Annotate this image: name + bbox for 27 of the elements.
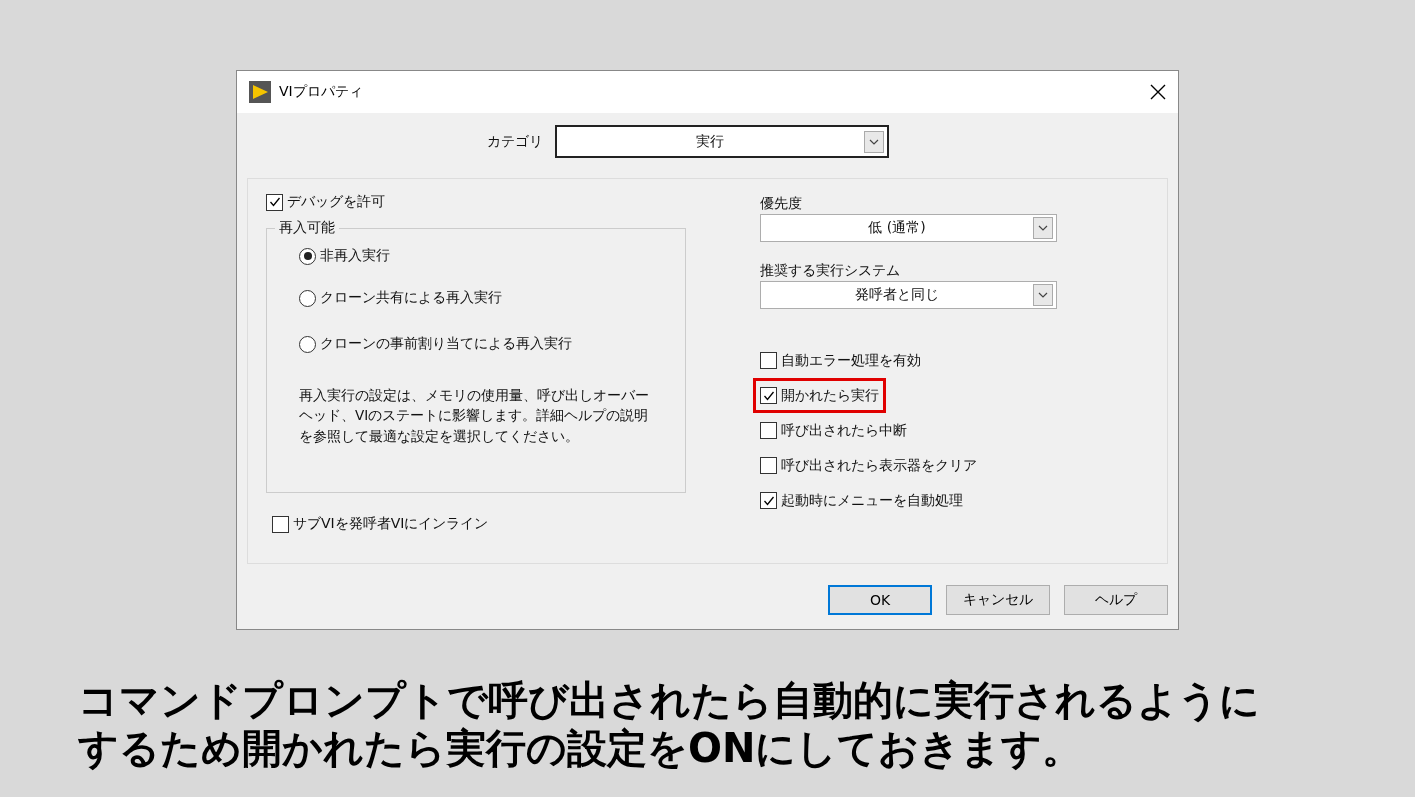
checkbox[interactable]: 起動時にメニューを自動処理 (753, 483, 970, 518)
dropdown-label: 優先度 (760, 195, 803, 213)
close-icon[interactable] (1150, 84, 1166, 100)
checkbox[interactable]: 開かれたら実行 (753, 378, 886, 413)
category-dropdown[interactable]: 実行 (554, 125, 889, 158)
app-icon (249, 81, 271, 103)
checkbox[interactable]: 呼び出されたら中断 (753, 413, 914, 448)
checkbox[interactable]: デバッグを許可 (266, 193, 746, 211)
check-icon (267, 195, 282, 209)
checkbox[interactable]: 呼び出されたら表示器をクリア (753, 448, 984, 483)
window-title: VIプロパティ (279, 83, 364, 101)
dropdown[interactable]: 発呼者と同じ (760, 281, 1057, 309)
dropdown[interactable]: 低 (通常) (760, 214, 1057, 242)
checkbox[interactable]: 自動エラー処理を有効 (753, 343, 928, 378)
caption-text: するため開かれたら実行の設定をONにしておきます。 (78, 724, 1084, 772)
group-title: 再入可能 (278, 219, 336, 237)
category-label: カテゴリ (486, 132, 543, 151)
dialog-button[interactable]: ヘルプ (1064, 585, 1168, 615)
radio-option[interactable]: クローン共有による再入実行 (299, 275, 671, 321)
dropdown-label: 推奨する実行システム (760, 262, 901, 280)
dialog-button[interactable]: OK (828, 585, 932, 615)
radio-option[interactable]: 非再入実行 (299, 237, 671, 275)
radio-option[interactable]: クローンの事前割り当てによる再入実行 (299, 321, 671, 367)
caption-text: コマンドプロンプトで呼び出されたら自動的に実行されるように (78, 676, 1261, 724)
checkbox[interactable]: サブVIを発呼者VIにインライン (272, 515, 746, 533)
dialog-button[interactable]: キャンセル (946, 585, 1050, 615)
reentrancy-note: 再入実行の設定は、メモリの使用量、呼び出しオーバーヘッド、VIのステートに影響します。詳細ヘルプの説明を参照して最適な設定を選択してください。 (299, 386, 650, 446)
